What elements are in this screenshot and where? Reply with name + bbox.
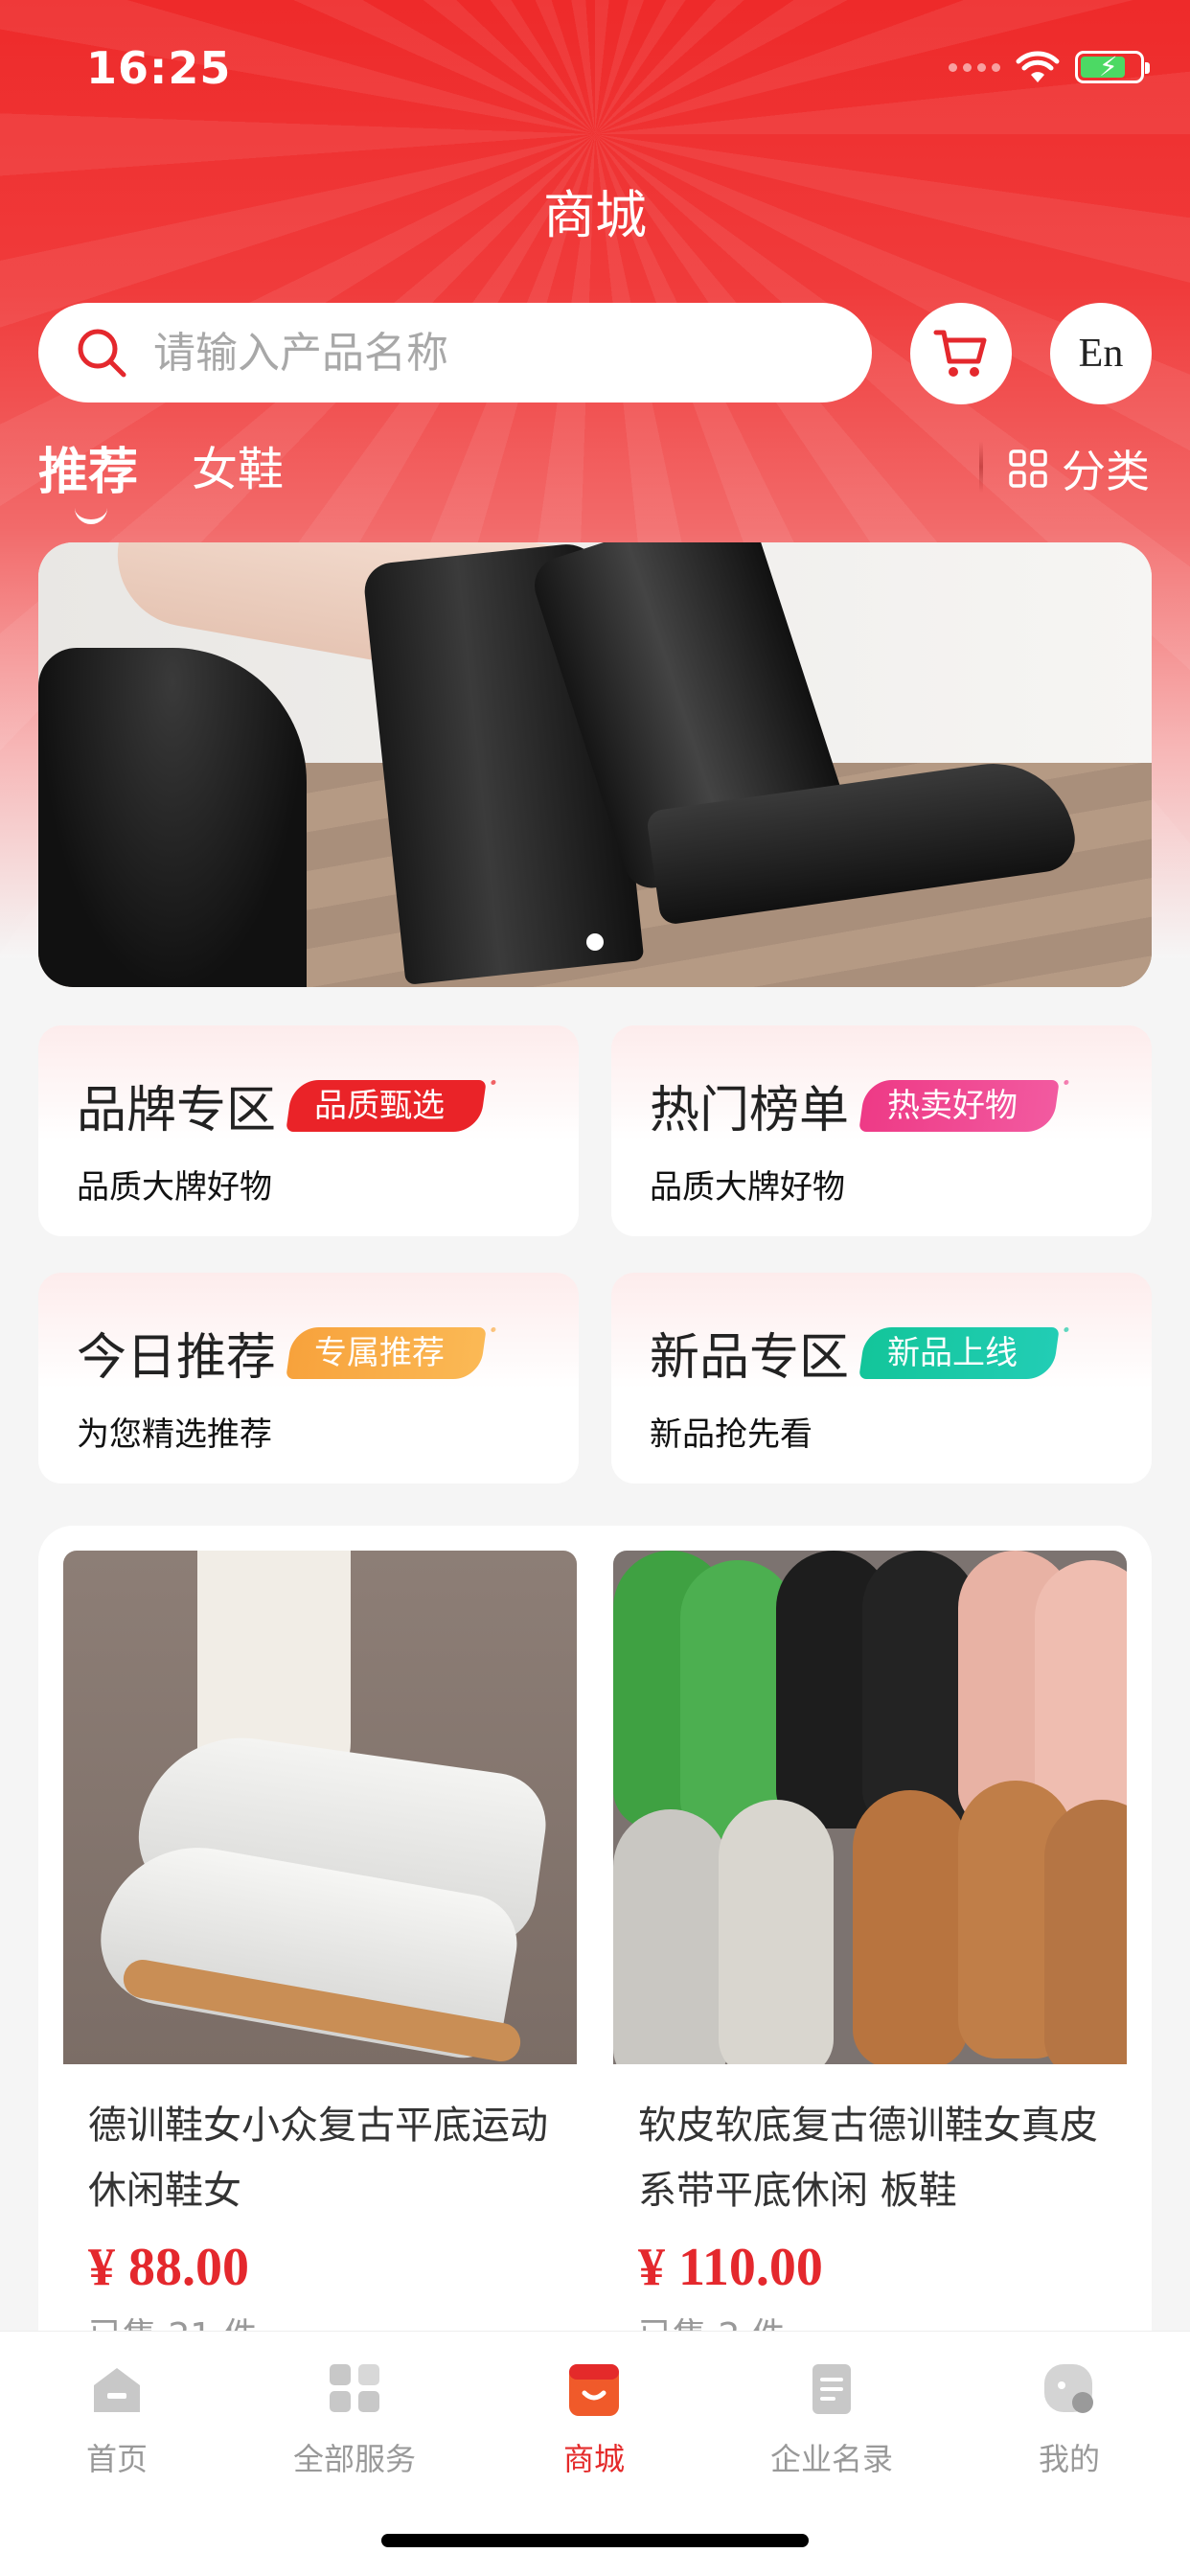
tabbar-item-all-services[interactable]: 全部服务 (259, 2360, 450, 2479)
page-title: 商城 (543, 185, 647, 245)
status-icons: ⚡ (949, 50, 1150, 84)
promo-banner[interactable] (38, 542, 1152, 987)
card-subtitle: 品质大牌好物 (650, 1168, 845, 1207)
tab-womens-shoes[interactable]: 女鞋 (192, 431, 284, 518)
profile-icon (1044, 2364, 1093, 2413)
card-title: 热门榜单 (650, 1082, 850, 1139)
cellular-signal-icon (949, 62, 1000, 72)
tabbar-item-shop[interactable]: 商城 (498, 2360, 690, 2479)
home-indicator[interactable] (381, 2534, 809, 2547)
directory-icon (812, 2364, 851, 2414)
product-card[interactable]: 德训鞋女小众复古平底运动休闲鞋女 ¥ 88.00 已售 21 件 (63, 1551, 577, 2358)
card-hot-list[interactable]: 热门榜单 热卖好物 品质大牌好物 (611, 1025, 1152, 1236)
card-tag: 专属推荐 (286, 1326, 487, 1379)
banner-stool-image (38, 648, 307, 987)
card-new-products[interactable]: 新品专区 新品上线 新品抢先看 (611, 1273, 1152, 1484)
banner-page-indicator[interactable] (586, 933, 604, 951)
battery-icon: ⚡ (1075, 51, 1150, 83)
status-bar: 16:25 ⚡ (0, 0, 1190, 134)
tabbar-label: 我的 (1038, 2441, 1100, 2477)
tabbar-label: 企业名录 (769, 2441, 893, 2477)
product-image[interactable] (613, 1551, 1127, 2064)
wifi-icon (1016, 51, 1060, 82)
product-name: 软皮软底复古德训鞋女真皮系带平底休闲 板鞋 (638, 2104, 1098, 2213)
category-label: 分类 (1062, 446, 1150, 497)
card-title: 品牌专区 (77, 1082, 277, 1139)
home-icon (94, 2368, 140, 2412)
search-input[interactable] (153, 328, 824, 378)
search-icon (78, 329, 126, 378)
status-time: 16:25 (86, 42, 232, 94)
product-name: 德训鞋女小众复古平底运动休闲鞋女 (88, 2104, 548, 2213)
product-price: ¥ 110.00 (638, 2238, 823, 2297)
card-title: 今日推荐 (77, 1329, 277, 1387)
tab-divider (979, 441, 983, 493)
card-tag: 热卖好物 (858, 1079, 1060, 1132)
tabbar-label: 全部服务 (292, 2441, 416, 2477)
language-toggle-button[interactable]: En (1050, 303, 1152, 404)
product-image[interactable] (63, 1551, 577, 2064)
category-tabs: 推荐 女鞋 (38, 431, 284, 524)
shop-bag-icon (569, 2364, 619, 2416)
search-bar[interactable] (38, 303, 872, 402)
card-subtitle: 为您精选推荐 (77, 1415, 272, 1454)
tabbar-label: 首页 (85, 2441, 148, 2477)
tabbar-label: 商城 (562, 2441, 625, 2477)
product-grid: 德训鞋女小众复古平底运动休闲鞋女 ¥ 88.00 已售 21 件 软皮软底复古德… (38, 1526, 1152, 2388)
tab-recommend[interactable]: 推荐 (38, 431, 138, 524)
category-button[interactable]: 分类 (1008, 437, 1150, 500)
tabbar-item-home[interactable]: 首页 (21, 2360, 213, 2479)
tabbar-item-directory[interactable]: 企业名录 (736, 2360, 927, 2479)
card-tag: 新品上线 (858, 1326, 1060, 1379)
product-card[interactable]: 软皮软底复古德训鞋女真皮系带平底休闲 板鞋 ¥ 110.00 已售 2 件 (613, 1551, 1127, 2358)
card-brand-zone[interactable]: 品牌专区 品质甄选 品质大牌好物 (38, 1025, 579, 1236)
cart-button[interactable] (910, 303, 1012, 404)
product-price: ¥ 88.00 (88, 2238, 249, 2297)
card-tag: 品质甄选 (286, 1079, 487, 1132)
category-grid-icon (1009, 449, 1047, 488)
card-subtitle: 品质大牌好物 (77, 1168, 272, 1207)
card-today-recommend[interactable]: 今日推荐 专属推荐 为您精选推荐 (38, 1273, 579, 1484)
card-subtitle: 新品抢先看 (650, 1415, 812, 1454)
card-title: 新品专区 (650, 1329, 850, 1387)
tabbar-item-profile[interactable]: 我的 (973, 2360, 1165, 2479)
grid-icon (330, 2364, 379, 2412)
cart-icon (933, 330, 987, 377)
